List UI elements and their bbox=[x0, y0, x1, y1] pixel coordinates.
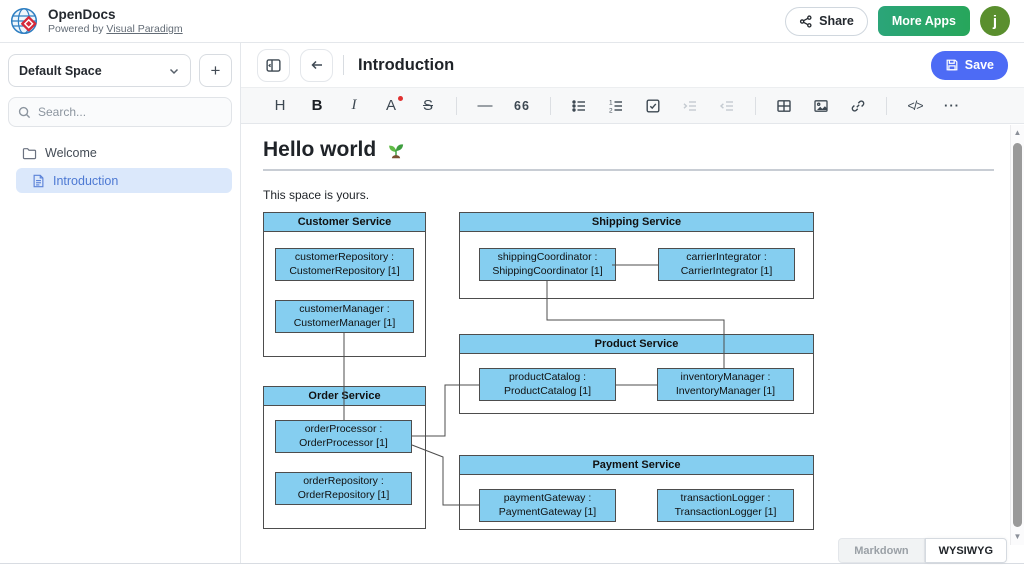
indent-icon[interactable] bbox=[681, 98, 699, 114]
vertical-scrollbar[interactable]: ▲ ▼ bbox=[1010, 125, 1024, 545]
intro-paragraph: This space is yours. bbox=[263, 188, 994, 202]
top-header: OpenDocs Powered by Visual Paradigm Shar… bbox=[0, 0, 1024, 43]
service-box-customer: Customer Service bbox=[263, 212, 426, 357]
share-icon bbox=[799, 14, 813, 29]
document-icon bbox=[32, 174, 45, 188]
doc-heading: Hello world bbox=[263, 138, 376, 162]
powered-by: Powered by Visual Paradigm bbox=[48, 23, 183, 35]
opendocs-logo-icon bbox=[10, 6, 40, 36]
panel-toggle-icon bbox=[265, 57, 282, 74]
search-input[interactable] bbox=[38, 105, 222, 119]
heading-rule bbox=[263, 169, 994, 171]
service-title: Customer Service bbox=[264, 213, 425, 232]
markdown-mode-button[interactable]: Markdown bbox=[838, 538, 924, 563]
part-payment-gateway: paymentGateway : PaymentGateway [1] bbox=[479, 489, 616, 522]
avatar[interactable]: j bbox=[980, 6, 1010, 36]
blockquote-icon[interactable]: 66 bbox=[513, 99, 531, 113]
editor-mode-toggle: Markdown WYSIWYG bbox=[838, 538, 1007, 563]
divider bbox=[886, 97, 887, 115]
image-icon[interactable] bbox=[812, 98, 830, 114]
sidebar-toggle-button[interactable] bbox=[257, 49, 290, 82]
svg-text:1: 1 bbox=[609, 99, 613, 106]
save-icon bbox=[945, 58, 959, 72]
folder-icon bbox=[22, 147, 37, 160]
part-inventory-manager: inventoryManager : InventoryManager [1] bbox=[657, 368, 794, 401]
part-order-repository: orderRepository : OrderRepository [1] bbox=[275, 472, 412, 505]
svg-text:2: 2 bbox=[609, 107, 613, 114]
bullet-list-icon[interactable] bbox=[570, 98, 588, 114]
scrollbar-up-icon[interactable]: ▲ bbox=[1014, 125, 1022, 141]
format-toolbar: H B I A S — 66 12 bbox=[241, 87, 1024, 124]
service-title: Shipping Service bbox=[460, 213, 813, 232]
table-icon[interactable] bbox=[775, 98, 793, 114]
color-dot bbox=[398, 96, 403, 101]
divider bbox=[550, 97, 551, 115]
part-carrier-integrator: carrierIntegrator : CarrierIntegrator [1… bbox=[658, 248, 795, 281]
part-product-catalog: productCatalog : ProductCatalog [1] bbox=[479, 368, 616, 401]
part-customer-repository: customerRepository : CustomerRepository … bbox=[275, 248, 414, 281]
divider bbox=[343, 55, 344, 75]
search-icon bbox=[18, 106, 31, 119]
visual-paradigm-link[interactable]: Visual Paradigm bbox=[106, 23, 182, 35]
font-color-icon[interactable]: A bbox=[382, 97, 400, 114]
more-apps-button[interactable]: More Apps bbox=[878, 6, 970, 36]
code-block-icon[interactable]: </> bbox=[906, 99, 924, 113]
save-button[interactable]: Save bbox=[931, 51, 1008, 80]
outdent-icon[interactable] bbox=[718, 98, 736, 114]
service-title: Payment Service bbox=[460, 456, 813, 475]
wysiwyg-mode-button[interactable]: WYSIWYG bbox=[925, 538, 1007, 563]
sidebar-item-introduction[interactable]: Introduction bbox=[16, 168, 232, 193]
tree-item-label: Welcome bbox=[45, 146, 97, 160]
search-box[interactable] bbox=[8, 97, 232, 127]
part-order-processor: orderProcessor : OrderProcessor [1] bbox=[275, 420, 412, 453]
part-shipping-coordinator: shippingCoordinator : ShippingCoordinato… bbox=[479, 248, 616, 281]
back-arrow-icon bbox=[309, 57, 325, 73]
service-box-order: Order Service bbox=[263, 386, 426, 529]
chevron-down-icon bbox=[168, 65, 180, 77]
service-title: Order Service bbox=[264, 387, 425, 406]
horizontal-rule-icon[interactable]: — bbox=[476, 97, 494, 114]
space-selector[interactable]: Default Space bbox=[8, 54, 191, 87]
task-list-icon[interactable] bbox=[644, 98, 662, 114]
divider bbox=[456, 97, 457, 115]
app-title: OpenDocs bbox=[48, 7, 183, 23]
part-customer-manager: customerManager : CustomerManager [1] bbox=[275, 300, 414, 333]
link-icon[interactable] bbox=[849, 98, 867, 114]
component-diagram[interactable]: Customer Service customerRepository : Cu… bbox=[263, 212, 823, 534]
numbered-list-icon[interactable]: 12 bbox=[607, 98, 625, 114]
brand: OpenDocs Powered by Visual Paradigm bbox=[10, 6, 183, 36]
add-space-button[interactable]: + bbox=[199, 54, 232, 87]
service-title: Product Service bbox=[460, 335, 813, 354]
more-tools-icon[interactable]: ··· bbox=[943, 98, 961, 113]
scrollbar-down-icon[interactable]: ▼ bbox=[1014, 529, 1022, 545]
main-panel: Introduction Save H B I A S — 66 12 bbox=[241, 43, 1024, 563]
divider bbox=[755, 97, 756, 115]
part-transaction-logger: transactionLogger : TransactionLogger [1… bbox=[657, 489, 794, 522]
strikethrough-icon[interactable]: S bbox=[419, 97, 437, 114]
sidebar-item-welcome[interactable]: Welcome bbox=[8, 141, 232, 165]
page-title: Introduction bbox=[358, 56, 454, 75]
share-button[interactable]: Share bbox=[785, 7, 868, 36]
back-button[interactable] bbox=[300, 49, 333, 82]
editor-content[interactable]: Hello world This space is yours. Custome… bbox=[241, 124, 1024, 564]
scrollbar-thumb[interactable] bbox=[1013, 143, 1022, 527]
doc-header: Introduction Save bbox=[241, 43, 1024, 87]
tree-item-label: Introduction bbox=[53, 174, 118, 188]
sidebar: Default Space + Welcome Introduction bbox=[0, 43, 241, 563]
italic-icon[interactable]: I bbox=[345, 97, 363, 114]
bold-icon[interactable]: B bbox=[308, 97, 326, 114]
heading-icon[interactable]: H bbox=[271, 97, 289, 114]
seedling-emoji bbox=[385, 139, 407, 161]
